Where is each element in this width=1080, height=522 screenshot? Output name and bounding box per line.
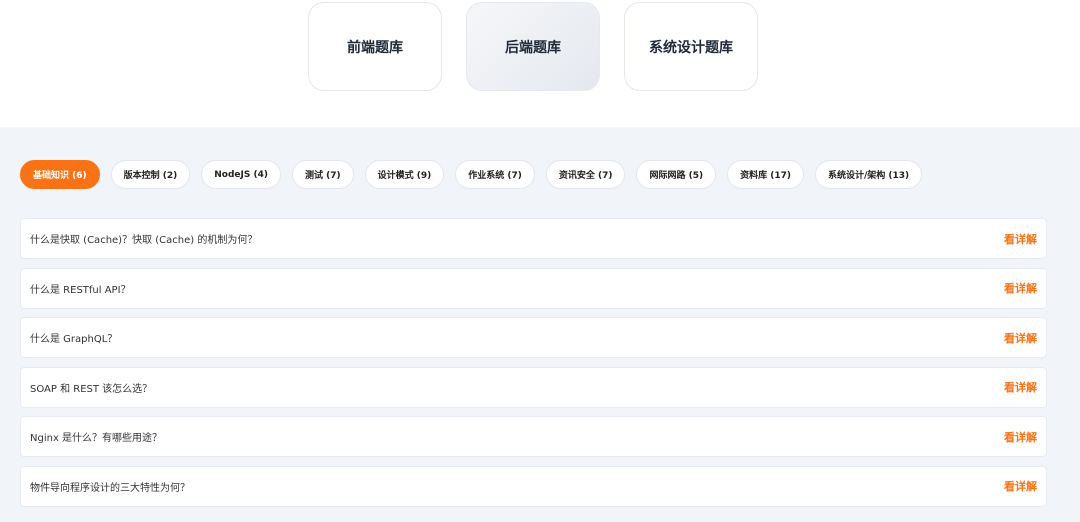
view-details-link[interactable]: 看详解 — [1004, 231, 1037, 247]
category-card-label: 后端题库 — [505, 39, 561, 56]
question-row[interactable]: 什么是 RESTful API？ 看详解 — [20, 267, 1047, 309]
tag-version-control[interactable]: 版本控制 (2) — [110, 160, 191, 189]
question-text: 物件导向程序设计的三大特性为何？ — [30, 482, 190, 494]
category-card-system-design[interactable]: 系统设计题库 — [624, 2, 758, 91]
question-text: 什么是 GraphQL？ — [30, 334, 118, 345]
category-card-backend[interactable]: 后端题库 — [466, 2, 600, 91]
question-text: 什么是快取 (Cache)？快取 (Cache) 的机制为何？ — [30, 235, 258, 246]
question-row[interactable]: Nginx 是什么？有哪些用途？ 看详解 — [20, 416, 1047, 457]
category-header: 前端题库 后端题库 系统设计题库 — [0, 0, 1080, 127]
tag-networking[interactable]: 网际网路 (5) — [636, 160, 717, 189]
question-row[interactable]: 什么是快取 (Cache)？快取 (Cache) 的机制为何？ 看详解 — [20, 218, 1047, 259]
question-row[interactable]: 什么是 GraphQL？ 看详解 — [20, 317, 1047, 358]
question-row[interactable]: 物件导向程序设计的三大特性为何？ 看详解 — [20, 465, 1047, 507]
view-details-link[interactable]: 看详解 — [1004, 379, 1037, 395]
topic-tag-bar: 基础知识 (6) 版本控制 (2) NodeJS (4) 测试 (7) 设计模式… — [20, 160, 923, 189]
tag-databases[interactable]: 资料库 (17) — [727, 160, 804, 189]
question-section: 基础知识 (6) 版本控制 (2) NodeJS (4) 测试 (7) 设计模式… — [0, 127, 1080, 522]
question-row[interactable]: SOAP 和 REST 该怎么选？ 看详解 — [20, 366, 1047, 408]
tag-fundamentals[interactable]: 基础知识 (6) — [20, 160, 100, 189]
category-card-label: 前端题库 — [347, 39, 403, 56]
view-details-link[interactable]: 看详解 — [1004, 478, 1037, 494]
tag-design-patterns[interactable]: 设计模式 (9) — [364, 160, 445, 189]
question-text: SOAP 和 REST 该怎么选？ — [30, 383, 153, 395]
tag-system-design[interactable]: 系统设计/架构 (13) — [814, 160, 923, 189]
view-details-link[interactable]: 看详解 — [1004, 429, 1037, 445]
tag-security[interactable]: 资讯安全 (7) — [545, 160, 626, 189]
tag-testing[interactable]: 测试 (7) — [291, 160, 354, 189]
view-details-link[interactable]: 看详解 — [1004, 280, 1037, 296]
question-list: 什么是快取 (Cache)？快取 (Cache) 的机制为何？ 看详解 什么是 … — [20, 218, 1047, 515]
question-text: 什么是 RESTful API？ — [30, 284, 131, 296]
category-card-frontend[interactable]: 前端题库 — [308, 2, 442, 91]
view-details-link[interactable]: 看详解 — [1004, 330, 1037, 346]
tag-operating-systems[interactable]: 作业系统 (7) — [455, 160, 535, 189]
tag-nodejs[interactable]: NodeJS (4) — [201, 160, 281, 189]
category-card-label: 系统设计题库 — [649, 39, 733, 56]
question-text: Nginx 是什么？有哪些用途？ — [30, 433, 163, 444]
